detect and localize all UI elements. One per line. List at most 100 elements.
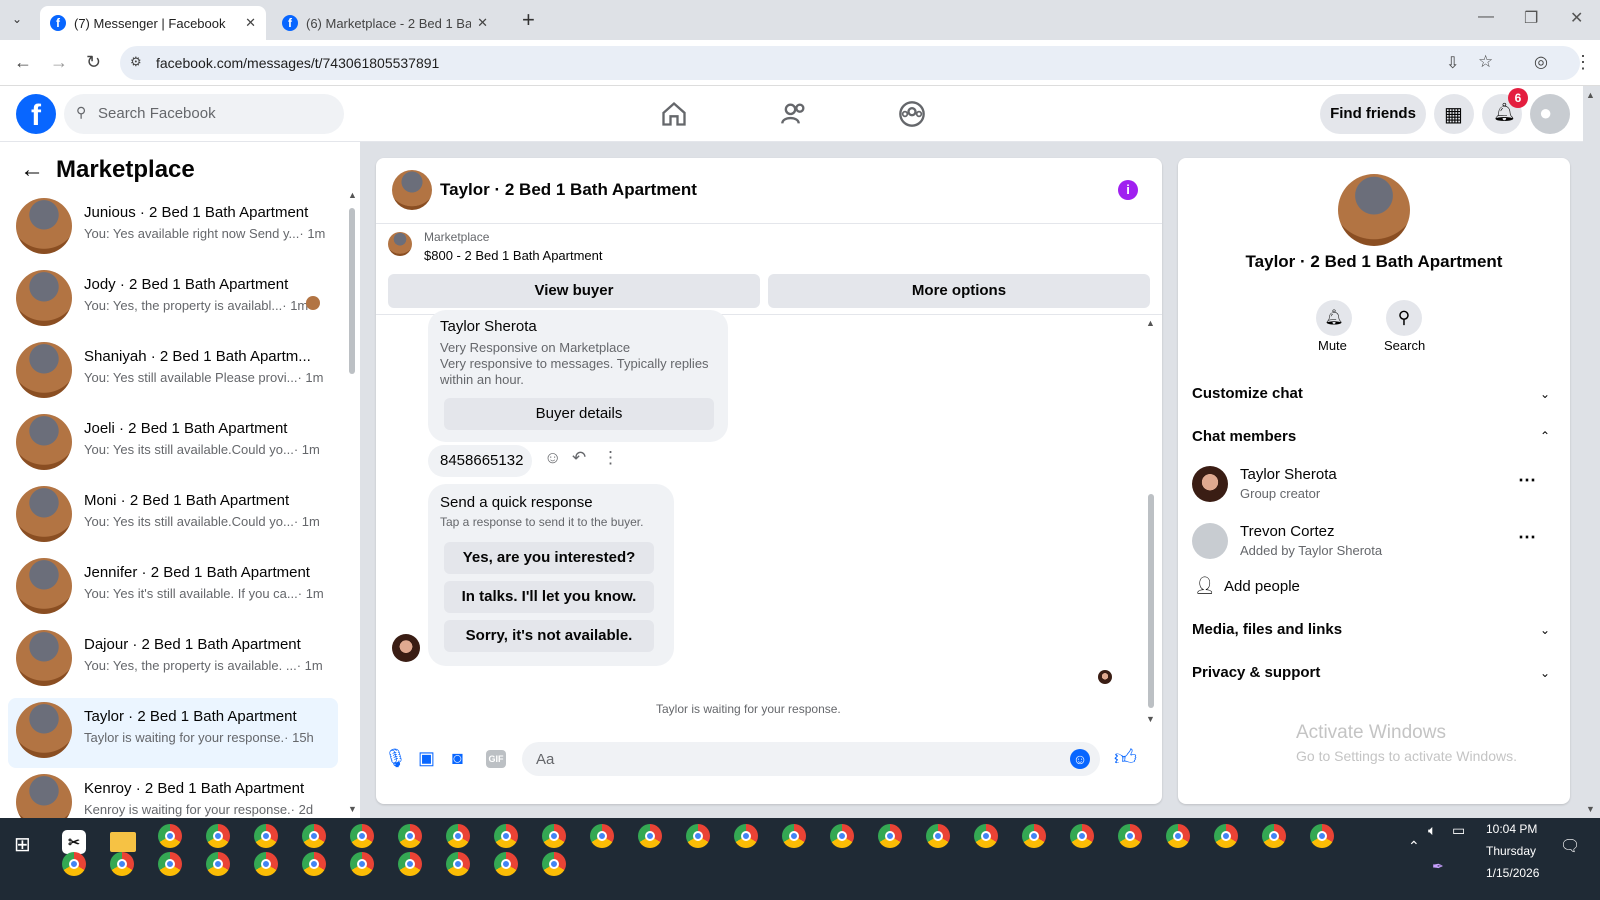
mute-button[interactable]: 🔔︎ bbox=[1316, 300, 1352, 336]
site-info-icon[interactable]: ⚙ bbox=[130, 54, 142, 70]
chrome-window-icon[interactable] bbox=[1118, 824, 1142, 848]
clock-time[interactable]: 10:04 PM bbox=[1486, 822, 1537, 836]
scrollbar-thumb[interactable] bbox=[349, 208, 355, 374]
tab-search-chevron-icon[interactable]: ⌄ bbox=[12, 12, 22, 26]
info-icon[interactable]: i bbox=[1118, 180, 1138, 200]
account-avatar[interactable]: ● bbox=[1530, 94, 1570, 134]
scroll-up-icon[interactable]: ▲ bbox=[348, 190, 357, 200]
address-bar[interactable]: ⚙ facebook.com/messages/t/74306180553789… bbox=[120, 46, 1580, 80]
page-scroll-down-icon[interactable]: ▼ bbox=[1586, 804, 1595, 814]
chrome-window-icon[interactable] bbox=[158, 852, 182, 876]
tab-marketplace[interactable]: f (6) Marketplace - 2 Bed 1 Bath A ✕ bbox=[272, 6, 498, 40]
gif-icon[interactable]: GIF bbox=[486, 750, 506, 768]
conversation-row[interactable]: Jennifer · 2 Bed 1 Bath Apartment You: Ye… bbox=[8, 554, 338, 624]
chrome-window-icon[interactable] bbox=[1214, 824, 1238, 848]
network-icon[interactable]: ▭ bbox=[1452, 822, 1465, 839]
windows-start-icon[interactable]: ⊞ bbox=[14, 832, 31, 857]
more-options-button[interactable]: More options bbox=[768, 274, 1150, 308]
thumbs-up-icon[interactable]: 👍︎ bbox=[1114, 744, 1137, 771]
chrome-window-icon[interactable] bbox=[302, 824, 326, 848]
find-friends-button[interactable]: Find friends bbox=[1320, 94, 1426, 134]
chrome-window-icon[interactable] bbox=[878, 824, 902, 848]
restore-window-icon[interactable]: ❐ bbox=[1524, 8, 1538, 28]
reload-icon[interactable]: ↻ bbox=[86, 52, 101, 73]
photo-icon[interactable]: ▣ bbox=[418, 748, 435, 769]
quick-response-in-talks[interactable]: In talks. I'll let you know. bbox=[444, 581, 654, 613]
chat-avatar[interactable] bbox=[392, 170, 432, 210]
sticker-icon[interactable]: ◙ bbox=[452, 748, 463, 769]
back-arrow-icon[interactable]: ← bbox=[20, 156, 44, 184]
conversation-row[interactable]: Jody · 2 Bed 1 Bath Apartment You: Yes, t… bbox=[8, 266, 338, 336]
taskbar-app-icon[interactable]: ✂ bbox=[62, 830, 86, 854]
conversation-row[interactable]: Taylor · 2 Bed 1 Bath Apartment Taylor is… bbox=[8, 698, 338, 768]
install-app-icon[interactable]: ⇩ bbox=[1446, 53, 1459, 73]
back-icon[interactable]: ← bbox=[14, 52, 32, 73]
chrome-window-icon[interactable] bbox=[350, 852, 374, 876]
chrome-window-icon[interactable] bbox=[590, 824, 614, 848]
chrome-window-icon[interactable] bbox=[974, 824, 998, 848]
chat-members-row[interactable]: Chat members ⌃ bbox=[1178, 423, 1570, 453]
minimize-window-icon[interactable]: — bbox=[1478, 8, 1494, 26]
microphone-icon[interactable]: 🎙︎ bbox=[384, 748, 407, 769]
volume-icon[interactable]: 🔈︎ bbox=[1428, 822, 1436, 839]
chrome-window-icon[interactable] bbox=[110, 852, 134, 876]
notification-center-icon[interactable]: 🗨︎ bbox=[1560, 836, 1580, 856]
quick-response-yes[interactable]: Yes, are you interested? bbox=[444, 542, 654, 574]
file-explorer-icon[interactable] bbox=[110, 832, 136, 852]
message-input[interactable]: Aa ☺ bbox=[522, 742, 1100, 776]
chrome-window-icon[interactable] bbox=[350, 824, 374, 848]
close-window-icon[interactable]: ✕ bbox=[1570, 8, 1583, 28]
chrome-window-icon[interactable] bbox=[398, 824, 422, 848]
chrome-window-icon[interactable] bbox=[446, 852, 470, 876]
chrome-window-icon[interactable] bbox=[1166, 824, 1190, 848]
chrome-window-icon[interactable] bbox=[638, 824, 662, 848]
privacy-support-row[interactable]: Privacy & support ⌄ bbox=[1178, 659, 1570, 689]
reply-icon[interactable]: ↶ bbox=[572, 448, 586, 468]
add-people-row[interactable]: 👤︎ Add people bbox=[1178, 572, 1570, 604]
conversation-row[interactable]: Shaniyah · 2 Bed 1 Bath Apartm... You: Ye… bbox=[8, 338, 338, 408]
chrome-window-icon[interactable] bbox=[398, 852, 422, 876]
chrome-window-icon[interactable] bbox=[542, 824, 566, 848]
chrome-window-icon[interactable] bbox=[254, 852, 278, 876]
chrome-window-icon[interactable] bbox=[926, 824, 950, 848]
close-tab-icon[interactable]: ✕ bbox=[477, 15, 488, 31]
chrome-window-icon[interactable] bbox=[542, 852, 566, 876]
bookmark-star-icon[interactable]: ☆ bbox=[1478, 52, 1493, 72]
friends-icon[interactable] bbox=[780, 100, 808, 128]
scroll-down-icon[interactable]: ▼ bbox=[348, 804, 357, 814]
facebook-logo[interactable]: f bbox=[16, 94, 56, 134]
groups-icon[interactable] bbox=[898, 100, 926, 128]
chrome-window-icon[interactable] bbox=[1262, 824, 1286, 848]
member-options-icon[interactable]: ⋯ bbox=[1518, 527, 1536, 548]
chrome-window-icon[interactable] bbox=[686, 824, 710, 848]
conversation-row[interactable]: Junious · 2 Bed 1 Bath Apartment You: Yes… bbox=[8, 194, 338, 264]
tab-messenger[interactable]: f (7) Messenger | Facebook ✕ bbox=[40, 6, 266, 40]
chrome-window-icon[interactable] bbox=[734, 824, 758, 848]
member-options-icon[interactable]: ⋯ bbox=[1518, 470, 1536, 491]
chat-scroll-up-icon[interactable]: ▲ bbox=[1146, 318, 1155, 328]
conversation-row[interactable]: Moni · 2 Bed 1 Bath Apartment You: Yes it… bbox=[8, 482, 338, 552]
forward-icon[interactable]: → bbox=[50, 52, 68, 73]
pen-icon[interactable]: ✒ bbox=[1432, 858, 1444, 875]
view-buyer-button[interactable]: View buyer bbox=[388, 274, 760, 308]
close-tab-icon[interactable]: ✕ bbox=[245, 15, 256, 31]
chrome-window-icon[interactable] bbox=[302, 852, 326, 876]
member-row-taylor[interactable]: Taylor Sherota Group creator ⋯ bbox=[1178, 458, 1570, 510]
chrome-window-icon[interactable] bbox=[782, 824, 806, 848]
show-hidden-icons[interactable]: ⌃ bbox=[1408, 838, 1420, 855]
chrome-window-icon[interactable] bbox=[206, 852, 230, 876]
customize-chat-row[interactable]: Customize chat ⌄ bbox=[1178, 380, 1570, 410]
conversation-row[interactable]: Joeli · 2 Bed 1 Bath Apartment You: Yes i… bbox=[8, 410, 338, 480]
member-row-trevon[interactable]: Trevon Cortez Added by Taylor Sherota ⋯ bbox=[1178, 515, 1570, 567]
emoji-icon[interactable]: ☺ bbox=[1070, 749, 1090, 769]
browser-menu-icon[interactable]: ⋮ bbox=[1574, 52, 1592, 73]
chrome-window-icon[interactable] bbox=[254, 824, 278, 848]
details-avatar[interactable] bbox=[1338, 174, 1410, 246]
more-actions-icon[interactable]: ⋮ bbox=[602, 448, 619, 468]
quick-response-not-available[interactable]: Sorry, it's not available. bbox=[444, 620, 654, 652]
chrome-window-icon[interactable] bbox=[494, 824, 518, 848]
chrome-window-icon[interactable] bbox=[62, 852, 86, 876]
chrome-window-icon[interactable] bbox=[206, 824, 230, 848]
phone-message-bubble[interactable]: 8458665132 bbox=[428, 445, 532, 477]
chrome-window-icon[interactable] bbox=[1022, 824, 1046, 848]
